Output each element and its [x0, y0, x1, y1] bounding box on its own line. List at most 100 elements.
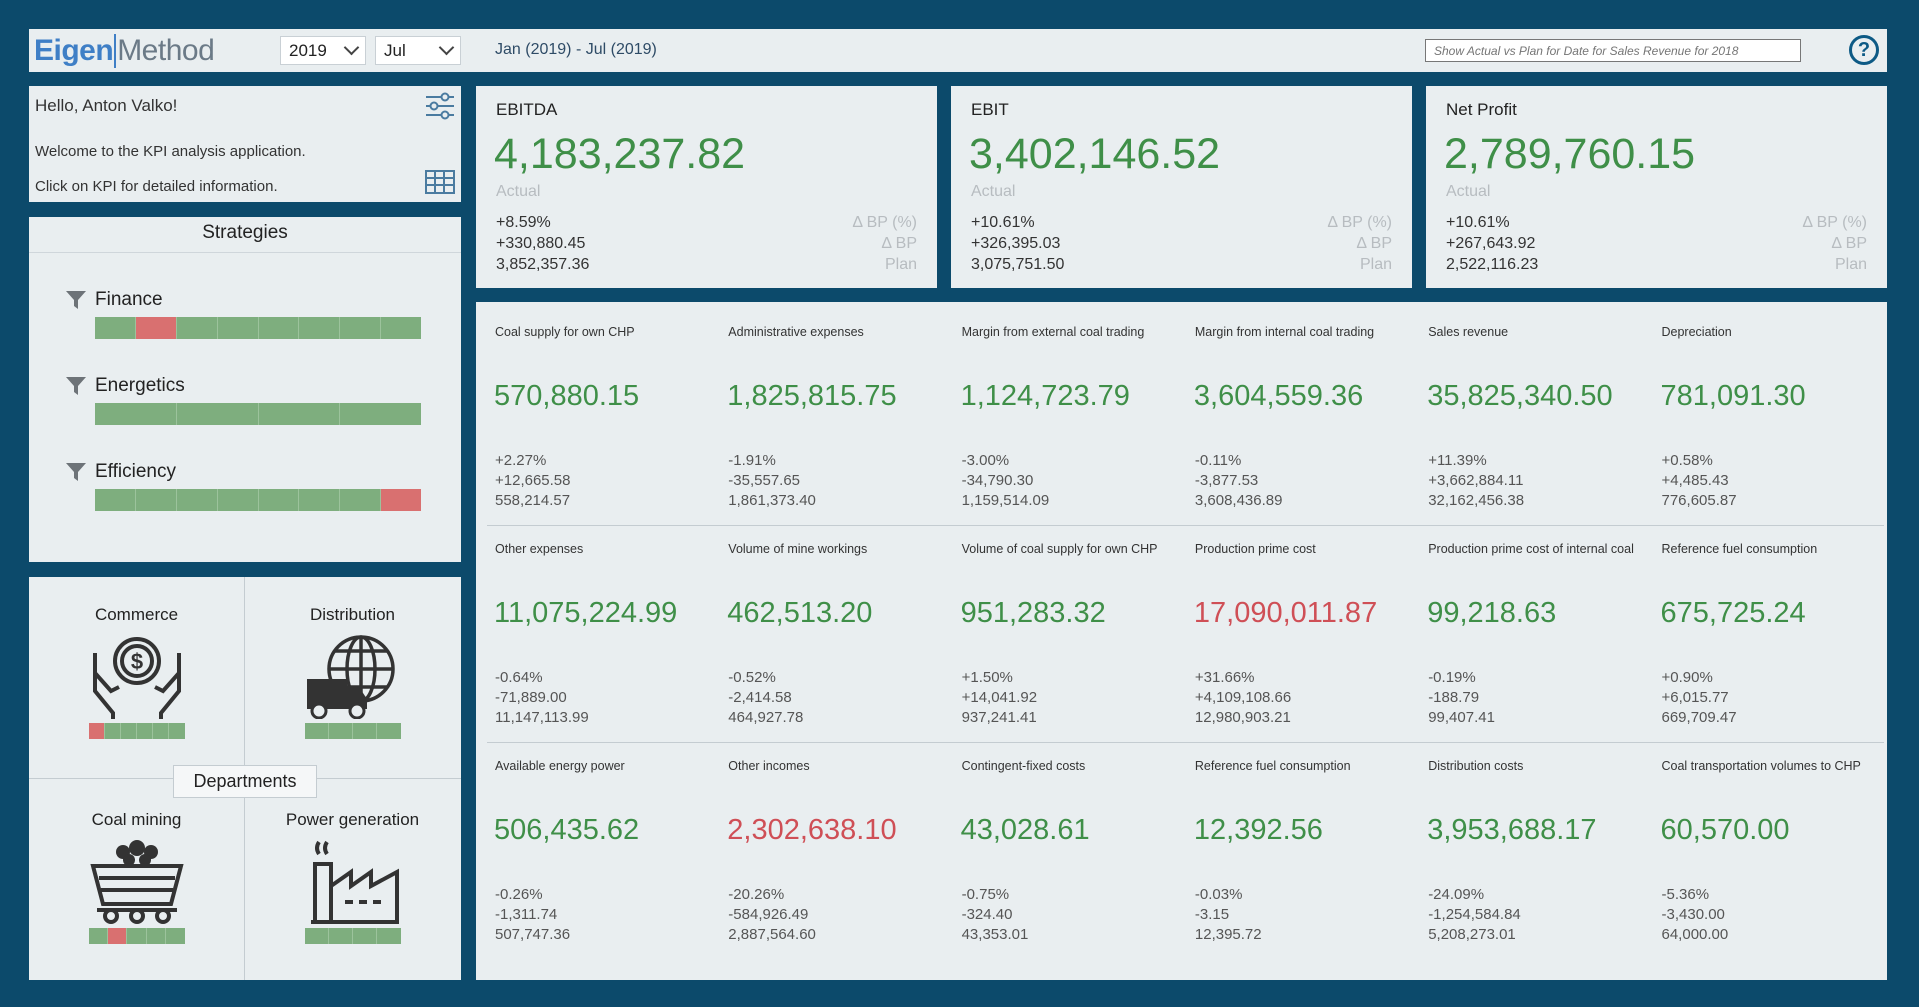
status-segment-green: [353, 928, 378, 944]
status-segment-green: [381, 317, 421, 339]
kpi-card-ebit[interactable]: EBIT 3,402,146.52 Actual +10.61% +326,39…: [951, 86, 1412, 288]
kpi-tile[interactable]: Volume of mine workings 462,513.20 -0.52% -…: [709, 519, 942, 736]
kpi-tile[interactable]: Margin from internal coal trading 3,604,5…: [1176, 302, 1409, 519]
delivery-globe-icon: [306, 635, 395, 719]
kpi-tile[interactable]: Production prime cost 17,090,011.87 +31.66…: [1176, 519, 1409, 736]
kpi-tile[interactable]: Sales revenue 35,825,340.50 +11.39% +3,662,…: [1409, 302, 1642, 519]
status-segment-green: [176, 403, 259, 425]
kpi-tile[interactable]: Available energy power 506,435.62 -0.26% -1…: [476, 736, 709, 953]
kpi-tile-value: 2,302,638.10: [727, 814, 897, 846]
kpi-tile[interactable]: Depreciation 781,091.30 +0.58% +4,485.43 776…: [1643, 302, 1876, 519]
kpi-tile-name: Volume of coal supply for own CHP: [961, 542, 1158, 556]
kpi-tile-percent: -1.91%: [728, 452, 776, 469]
logo-part1: Eigen: [34, 33, 114, 67]
kpi-tile-delta: +4,485.43: [1661, 472, 1729, 489]
filter-icon: [66, 377, 86, 395]
kpi-tile-percent: -0.11%: [1194, 452, 1242, 469]
kpi-tile[interactable]: Margin from external coal trading 1,124,7…: [943, 302, 1176, 519]
kpi-tile-name: Other expenses: [495, 542, 584, 556]
kpi-tile-delta: -35,557.65: [728, 472, 801, 489]
strategy-energetics[interactable]: Energetics: [65, 375, 445, 425]
search-input[interactable]: [1425, 39, 1801, 62]
kpi-tile-plan: 669,709.47: [1661, 709, 1737, 726]
kpi-tile-name: Reference fuel consumption: [1661, 542, 1818, 556]
strategy-finance[interactable]: Finance: [65, 289, 445, 339]
coal-cart-icon: [89, 840, 184, 924]
kpi-tile-plan: 5,208,273.01: [1428, 926, 1516, 943]
plan-value: 3,852,357.36: [496, 256, 590, 273]
strategy-efficiency[interactable]: Efficiency: [65, 461, 445, 511]
status-segment-green: [377, 723, 401, 739]
status-segment-green: [258, 403, 341, 425]
kpi-tile-delta: -584,926.49: [728, 906, 809, 923]
svg-text:$: $: [130, 649, 142, 674]
table-view-icon[interactable]: [425, 170, 455, 194]
filter-icon: [66, 291, 86, 309]
kpi-tile-value: 43,028.61: [960, 814, 1090, 846]
delta-bp: +330,880.45: [496, 235, 586, 252]
kpi-tile-percent: +2.27%: [495, 452, 547, 469]
kpi-tile-plan: 558,214.57: [495, 492, 571, 509]
month-select[interactable]: Jul: [375, 36, 461, 65]
kpi-tile-value: 506,435.62: [494, 814, 640, 846]
kpi-actual-value: 4,183,237.82: [494, 130, 746, 178]
kpi-tile-delta: +6,015.77: [1661, 689, 1729, 706]
department-name: Power generation: [285, 810, 420, 829]
kpi-tile[interactable]: Administrative expenses 1,825,815.75 -1.91…: [709, 302, 942, 519]
kpi-tile[interactable]: Reference fuel consumption 12,392.56 -0.03…: [1176, 736, 1409, 953]
kpi-tile-delta: -2,414.58: [728, 689, 792, 706]
kpi-tile-name: Reference fuel consumption: [1194, 759, 1351, 773]
settings-sliders-icon[interactable]: [425, 92, 455, 120]
kpi-tile[interactable]: Volume of coal supply for own CHP 951,283…: [943, 519, 1176, 736]
status-segment-green: [169, 723, 185, 739]
department-name: Distribution: [309, 605, 396, 624]
status-segment-green: [127, 928, 147, 944]
status-segment-green: [135, 489, 177, 511]
kpi-tile[interactable]: Other incomes 2,302,638.10 -20.26% -584,926…: [709, 736, 942, 953]
kpi-tile-value: 570,880.15: [494, 380, 640, 412]
kpi-tile-name: Production prime cost of internal coal: [1428, 542, 1634, 556]
strategy-name: Energetics: [95, 375, 185, 396]
kpi-tile-name: Depreciation: [1661, 325, 1732, 339]
kpi-tile-delta: -3,430.00: [1661, 906, 1725, 923]
department-power-generation[interactable]: Power generation: [245, 810, 460, 944]
department-commerce[interactable]: Commerce $: [29, 605, 244, 739]
plan-label: Plan: [1834, 256, 1867, 273]
kpi-tile-plan: 776,605.87: [1661, 492, 1737, 509]
status-segment-green: [353, 723, 378, 739]
kpi-tile-percent: -0.26%: [495, 886, 543, 903]
status-segment-green: [95, 489, 136, 511]
kpi-tile-plan: 1,159,514.09: [961, 492, 1050, 509]
kpi-tile-plan: 12,395.72: [1194, 926, 1262, 943]
kpi-tile[interactable]: Reference fuel consumption 675,725.24 +0.9…: [1643, 519, 1876, 736]
kpi-tile[interactable]: Production prime cost of internal coal 99…: [1409, 519, 1642, 736]
department-distribution[interactable]: Distribution: [245, 605, 460, 739]
kpi-tile-value: 11,075,224.99: [494, 597, 678, 629]
kpi-tile[interactable]: Coal supply for own CHP 570,880.15 +2.27% +…: [476, 302, 709, 519]
kpi-tile-percent: -0.64%: [495, 669, 543, 686]
department-status-bar: [304, 928, 401, 944]
kpi-tile-value: 1,825,815.75: [727, 380, 897, 412]
status-segment-green: [88, 928, 108, 944]
kpi-tile-value: 60,570.00: [1660, 814, 1790, 846]
strategy-status-bar: [95, 317, 421, 339]
kpi-tile-delta: -324.40: [961, 906, 1013, 923]
kpi-card-net-profit[interactable]: Net Profit 2,789,760.15 Actual +10.61% +…: [1426, 86, 1887, 288]
kpi-tile-value: 1,124,723.79: [960, 380, 1130, 412]
strategy-name: Finance: [95, 289, 163, 310]
help-icon[interactable]: ?: [1849, 35, 1879, 65]
year-select[interactable]: 2019: [280, 36, 366, 65]
kpi-card-ebitda[interactable]: EBITDA 4,183,237.82 Actual +8.59% +330,8…: [476, 86, 937, 288]
kpi-tile[interactable]: Other expenses 11,075,224.99 -0.64% -71,889…: [476, 519, 709, 736]
kpi-tile[interactable]: Distribution costs 3,953,688.17 -24.09% -1,…: [1409, 736, 1642, 953]
delta-bp: +267,643.92: [1446, 235, 1536, 252]
kpi-tile[interactable]: Coal transportation volumes to CHP 60,570…: [1643, 736, 1876, 953]
logo-part2: Method: [117, 33, 215, 67]
plan-label: Plan: [1359, 256, 1392, 273]
department-coal-mining[interactable]: Coal mining: [29, 810, 244, 944]
kpi-tile-delta: -1,311.74: [495, 906, 558, 923]
kpi-tile[interactable]: Contingent-fixed costs 43,028.61 -0.75% -32…: [943, 736, 1176, 953]
kpi-tile-value: 3,604,559.36: [1193, 380, 1364, 412]
kpi-tile-name: Production prime cost: [1194, 542, 1316, 556]
kpi-tile-percent: -0.75%: [961, 886, 1010, 903]
